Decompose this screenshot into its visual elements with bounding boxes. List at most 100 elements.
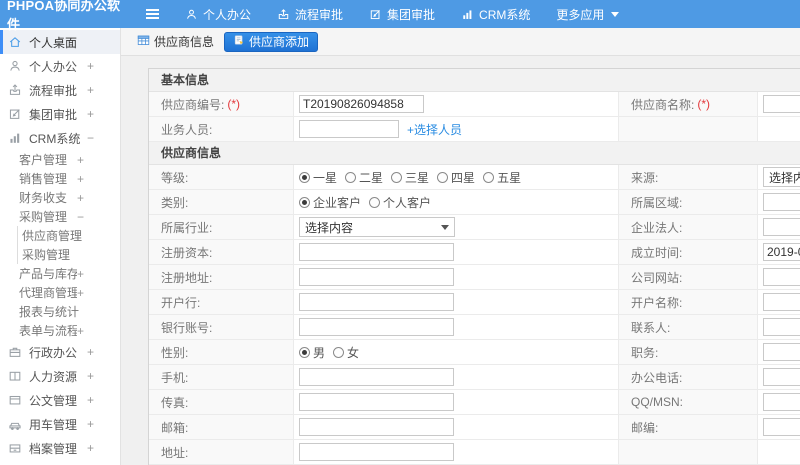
expand-toggle[interactable]: +: [77, 172, 84, 186]
sidebar: 个人桌面 个人办公 + 流程审批 + 集团审批 + CRM系统 − 客户管理 + 销售管理 + 财务收支 +…: [0, 28, 121, 465]
sidebar-subitem-0[interactable]: 客户管理 +: [0, 150, 120, 169]
nav-item-0[interactable]: 个人办公: [185, 6, 251, 23]
form-row: 开户行: 开户名称:: [149, 290, 800, 315]
sidebar-subsubitem-1[interactable]: 采购管理: [18, 245, 120, 264]
sidebar-item-6[interactable]: 人力资源 +: [0, 364, 120, 388]
radio-circle[interactable]: [391, 171, 403, 183]
field-select[interactable]: 选择内容: [763, 167, 800, 187]
expand-toggle[interactable]: +: [87, 345, 94, 359]
field-input[interactable]: [299, 393, 454, 411]
radio-option[interactable]: 女: [333, 344, 359, 361]
radio-option[interactable]: 三星: [391, 169, 429, 186]
sidebar-item-1[interactable]: 个人办公 +: [0, 54, 120, 78]
sidebar-subitem-1[interactable]: 销售管理 +: [0, 169, 120, 188]
sidebar-item-3[interactable]: 集团审批 +: [0, 102, 120, 126]
expand-toggle[interactable]: +: [77, 286, 84, 300]
radio-circle[interactable]: [345, 171, 357, 183]
form-row: 地址:: [149, 440, 800, 465]
expand-toggle[interactable]: +: [87, 417, 94, 431]
expand-toggle[interactable]: +: [87, 441, 94, 455]
sidebar-subitem-label: 产品与库存: [19, 267, 77, 281]
nav-item-2[interactable]: 集团审批: [369, 6, 435, 23]
sidebar-item-5[interactable]: 行政办公 +: [0, 340, 120, 364]
tab-supplier-add[interactable]: 供应商添加: [224, 31, 319, 52]
field-input[interactable]: [763, 368, 800, 386]
expand-toggle[interactable]: +: [77, 324, 84, 338]
radio-circle[interactable]: [333, 346, 345, 358]
sidebar-subitem-2[interactable]: 财务收支 +: [0, 188, 120, 207]
sidebar-subitem-label: 报表与统计: [19, 305, 80, 319]
nav-item-4[interactable]: 更多应用: [556, 6, 620, 23]
radio-circle[interactable]: [299, 196, 310, 208]
expand-toggle[interactable]: −: [87, 131, 94, 145]
radio-option[interactable]: 个人客户: [369, 194, 431, 211]
field-input[interactable]: [763, 293, 800, 311]
expand-toggle[interactable]: +: [77, 153, 84, 167]
tab-supplier-info[interactable]: 供应商信息: [137, 33, 214, 50]
expand-toggle[interactable]: +: [87, 393, 94, 407]
radio-circle[interactable]: [437, 171, 449, 183]
field-input[interactable]: [299, 268, 454, 286]
hamburger-menu-icon[interactable]: [146, 9, 159, 19]
sidebar-subitem-6[interactable]: 报表与统计: [0, 302, 120, 321]
sidebar-item-2[interactable]: 流程审批 +: [0, 78, 120, 102]
radio-circle[interactable]: [299, 346, 310, 358]
sidebar-subsubitem-0[interactable]: 供应商管理: [18, 226, 120, 245]
radio-option[interactable]: 一星: [299, 169, 337, 186]
radio-circle[interactable]: [299, 171, 310, 183]
expand-toggle[interactable]: −: [77, 210, 84, 224]
expand-toggle[interactable]: +: [87, 369, 94, 383]
field-input[interactable]: [763, 243, 800, 261]
field-select[interactable]: 选择内容: [299, 217, 455, 237]
field-input[interactable]: [763, 418, 800, 436]
radio-option[interactable]: 男: [299, 344, 325, 361]
radio-label: 四星: [451, 170, 476, 185]
sidebar-item-7[interactable]: 公文管理 +: [0, 388, 120, 412]
nav-item-3[interactable]: CRM系统: [461, 6, 530, 23]
sidebar-item-0[interactable]: 个人桌面: [0, 30, 120, 54]
expand-toggle[interactable]: +: [87, 83, 94, 97]
field-input[interactable]: [299, 418, 454, 436]
field-input[interactable]: [299, 293, 454, 311]
field-input[interactable]: [763, 193, 800, 211]
field-input[interactable]: [763, 268, 800, 286]
field-input[interactable]: [299, 318, 454, 336]
sidebar-item-8[interactable]: 用车管理 +: [0, 412, 120, 436]
radio-option[interactable]: 企业客户: [299, 194, 361, 211]
sidebar-item-9[interactable]: 档案管理 +: [0, 436, 120, 460]
required-marker: (*): [227, 97, 241, 111]
field-input[interactable]: [299, 120, 399, 138]
field-input[interactable]: [299, 443, 454, 461]
field-input[interactable]: [763, 318, 800, 336]
field-label: QQ/MSN:: [631, 395, 684, 409]
radio-option[interactable]: 五星: [483, 169, 521, 186]
radio-circle[interactable]: [483, 171, 495, 183]
field-label: 公司网站:: [631, 270, 683, 285]
field-input[interactable]: [763, 343, 800, 361]
radio-option[interactable]: 二星: [345, 169, 383, 186]
field-label-cell: 来源:: [619, 165, 758, 189]
sidebar-subitem-4[interactable]: 产品与库存 +: [0, 264, 120, 283]
expand-toggle[interactable]: +: [87, 59, 94, 73]
sidebar-subitem-7[interactable]: 表单与流程设置+: [0, 321, 120, 340]
field-label-cell: 类别:: [149, 190, 294, 214]
field-input[interactable]: [299, 368, 454, 386]
radio-circle[interactable]: [369, 196, 381, 208]
field-cell: 一星 二星 三星 四星 五星: [294, 165, 619, 189]
select-person-link[interactable]: +选择人员: [407, 121, 462, 138]
sidebar-subitem-5[interactable]: 代理商管理 +: [0, 283, 120, 302]
expand-toggle[interactable]: +: [87, 107, 94, 121]
field-input[interactable]: [763, 393, 800, 411]
app-logo: PHPOA协同办公软件: [7, 0, 121, 32]
sidebar-subitem-3[interactable]: 采购管理 −: [0, 207, 120, 226]
sidebar-item-4[interactable]: CRM系统 −: [0, 126, 120, 150]
radio-option[interactable]: 四星: [437, 169, 475, 186]
field-input[interactable]: [299, 95, 424, 113]
field-input[interactable]: [763, 95, 800, 113]
expand-toggle[interactable]: +: [77, 267, 84, 281]
field-input[interactable]: [763, 218, 800, 236]
expand-toggle[interactable]: +: [77, 191, 84, 205]
field-input[interactable]: [299, 243, 454, 261]
nav-item-1[interactable]: 流程审批: [277, 6, 343, 23]
field-cell: [758, 265, 800, 289]
